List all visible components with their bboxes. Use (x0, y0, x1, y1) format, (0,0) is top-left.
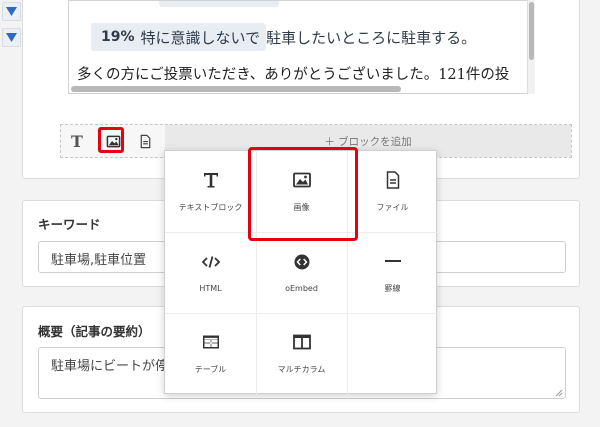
file-icon (386, 171, 399, 189)
horizontal-rule-icon (384, 260, 401, 262)
text-block-icon (203, 173, 218, 188)
result-text: 駐車したいところに駐車する。 (266, 28, 477, 47)
keyword-label: キーワード (38, 217, 101, 232)
summary-label: 概要（記事の要約） (38, 324, 151, 339)
horizontal-scrollbar[interactable] (69, 85, 527, 93)
previous-result-bar (159, 1, 279, 7)
triangle-down-icon (6, 33, 17, 42)
menu-item-text-block[interactable]: テキストブロック (165, 151, 256, 232)
embed-icon (294, 254, 309, 270)
menu-item-table[interactable]: テーブル (165, 313, 256, 394)
menu-item-multi-column[interactable]: マルチカラム (256, 313, 347, 394)
triangle-down-icon (6, 7, 17, 16)
preview-pane: 19% 特に意識しないで 駐車したいところに駐車する。 多くの方にご投票いただき… (68, 0, 528, 94)
resize-handle-icon[interactable] (555, 389, 563, 397)
result-percent: 19% (91, 23, 141, 51)
result-text-in-bar: 特に意識しないで (140, 23, 267, 51)
poll-result-row: 19% 特に意識しないで 駐車したいところに駐車する。 (91, 23, 476, 51)
text-block-icon[interactable]: T (65, 125, 89, 157)
code-icon (201, 256, 220, 268)
menu-image-highlight (248, 147, 358, 241)
preview-paragraph: 多くの方にご投票いただき、ありがとうございました。121件の投 (77, 67, 510, 83)
menu-item-html[interactable]: HTML (165, 232, 256, 313)
vertical-scrollbar[interactable] (527, 0, 535, 94)
menu-item-file[interactable]: ファイル (347, 151, 438, 232)
move-down-button[interactable] (2, 2, 21, 21)
multi-column-icon (292, 334, 311, 350)
menu-item-oembed[interactable]: oEmbed (256, 232, 347, 313)
toolbar-image-highlight (98, 127, 124, 153)
file-icon[interactable] (133, 125, 157, 157)
move-down-button-2[interactable] (2, 28, 21, 47)
menu-item-rule[interactable]: 罫線 (347, 232, 438, 313)
table-icon (202, 335, 219, 349)
